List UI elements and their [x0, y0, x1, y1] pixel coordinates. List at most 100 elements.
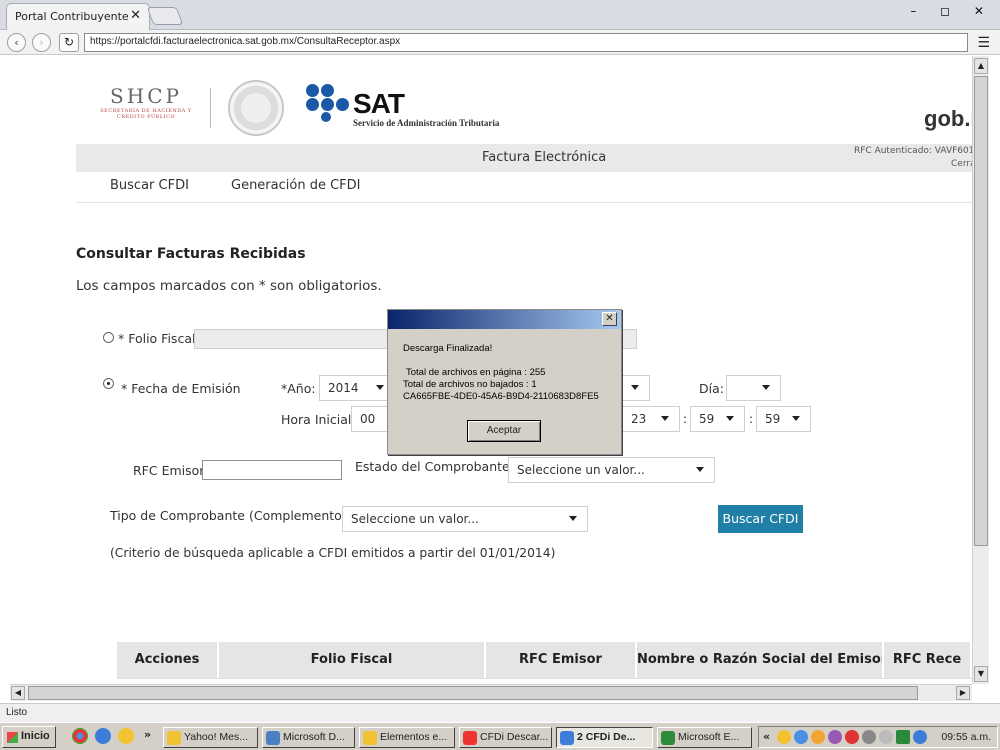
taskbar-item-label: 2 CFDi De... [577, 731, 636, 743]
dia-label: Día: [699, 381, 724, 396]
anio-label: *Año: [281, 381, 316, 396]
close-icon[interactable]: ✕ [602, 312, 617, 326]
messenger-icon[interactable] [777, 730, 791, 744]
back-icon[interactable]: ‹ [7, 33, 26, 52]
messenger-icon[interactable] [118, 728, 134, 744]
taskbar: Inicio » Yahoo! Mes... Microsoft D... El… [0, 722, 1000, 750]
chrome-icon[interactable] [72, 728, 88, 744]
criterio-note: (Criterio de búsqueda aplicable a CFDI e… [110, 546, 556, 560]
taskbar-item[interactable]: 2 CFDi De... [556, 727, 653, 748]
dia-select[interactable] [726, 375, 781, 401]
menu-icon[interactable]: ☰ [977, 35, 990, 51]
required-note: Los campos marcados con * son obligatori… [76, 278, 382, 294]
taskbar-item-label: Microsoft E... [678, 731, 740, 743]
app-icon[interactable] [828, 730, 842, 744]
folio-radio[interactable] [103, 332, 114, 343]
rfc-authenticated: RFC Autenticado: VAVF601 [854, 146, 972, 156]
scroll-right-icon[interactable]: ▶ [956, 686, 970, 700]
network-icon[interactable] [794, 730, 808, 744]
quicklaunch-more-icon[interactable]: » [144, 728, 151, 741]
horizontal-scrollbar[interactable]: ◀ ▶ [10, 684, 972, 701]
chevron-down-icon [762, 385, 770, 390]
gob-logo: gob.m [924, 106, 972, 131]
column-header: RFC Emisor [486, 642, 637, 678]
logout-link[interactable]: Cerra [951, 159, 972, 169]
factura-bar-title: Factura Electrónica [482, 150, 607, 165]
nav-generacion-cfdi[interactable]: Generación de CFDI [231, 178, 361, 193]
taskbar-item[interactable]: Microsoft D... [262, 727, 355, 748]
tipo-select[interactable]: Seleccione un valor... [342, 506, 588, 532]
estado-select[interactable]: Seleccione un valor... [508, 457, 715, 483]
scrollbar-thumb[interactable] [974, 76, 988, 546]
hora-final-m-select[interactable]: 59 [690, 406, 745, 432]
vertical-scrollbar[interactable]: ▲ ▼ [972, 56, 989, 684]
aceptar-button[interactable]: Aceptar [467, 420, 541, 442]
browser-titlebar: Portal Contribuyente ✕ – ◻ ✕ [0, 0, 1000, 30]
factura-bar: Factura Electrónica [76, 144, 972, 172]
estado-label: Estado del Comprobante [355, 459, 510, 474]
taskbar-item-label: CFDi Descar... [480, 731, 549, 743]
scroll-left-icon[interactable]: ◀ [11, 686, 25, 700]
taskbar-item-label: Microsoft D... [283, 731, 345, 743]
forward-icon[interactable]: › [32, 33, 51, 52]
scrollbar-thumb[interactable] [28, 686, 918, 700]
nav-buscar-cfdi[interactable]: Buscar CFDI [110, 178, 189, 193]
hora-final-s-value: 59 [765, 412, 781, 426]
hora-inicial-label: Hora Inicial: [281, 412, 356, 427]
page-viewport: SHCP SECRETARÍA DE HACIENDA Y CRÉDITO PÚ… [0, 56, 972, 684]
security-icon[interactable] [845, 730, 859, 744]
yahoo-icon[interactable] [811, 730, 825, 744]
nav-divider [76, 202, 972, 203]
volume-icon[interactable] [913, 730, 927, 744]
taskbar-item[interactable]: Yahoo! Mes... [163, 727, 258, 748]
tray-expand-icon[interactable]: « [763, 730, 770, 743]
column-header: Nombre o Razón Social del Emisor [637, 642, 884, 678]
status-bar: Listo [0, 703, 1000, 722]
fecha-radio[interactable] [103, 378, 114, 389]
rfc-emisor-label: RFC Emisor [133, 463, 205, 478]
hora-final-s-select[interactable]: 59 [756, 406, 811, 432]
tool-icon[interactable] [862, 730, 876, 744]
folio-label: * Folio Fiscal [118, 331, 196, 346]
url-field[interactable]: https://portalcfdi.facturaelectronica.sa… [84, 33, 968, 52]
system-tray: « 09:55 a.m. [758, 726, 998, 748]
hora-final-h-select[interactable]: 23 [622, 406, 680, 432]
hora-final-h-value: 23 [631, 412, 647, 426]
logo-divider [210, 88, 211, 128]
tipo-label: Tipo de Comprobante (Complemento) [110, 508, 347, 523]
shcp-logo-text: SHCP [110, 84, 182, 108]
page-title: Consultar Facturas Recibidas [76, 246, 306, 262]
reload-icon[interactable]: ↻ [59, 33, 79, 52]
window-controls[interactable]: – ◻ ✕ [910, 4, 994, 18]
dialog-message: Descarga Finalizada! [403, 343, 493, 354]
time-separator: : [683, 412, 688, 426]
dialog-total-no-bajados: Total de archivos no bajados : 1 [403, 379, 537, 390]
taskbar-item[interactable]: Elementos e... [359, 727, 455, 748]
start-button[interactable]: Inicio [2, 726, 56, 748]
scroll-down-icon[interactable]: ▼ [974, 666, 988, 682]
antivirus-icon[interactable] [896, 730, 910, 744]
dialog-total-pagina: Total de archivos en página : 255 [406, 367, 546, 378]
taskbar-item-label: Elementos e... [380, 731, 448, 743]
anio-select[interactable]: 2014 [319, 375, 395, 401]
star-icon[interactable] [879, 730, 893, 744]
taskbar-item[interactable]: Microsoft E... [657, 727, 752, 748]
tab-title: Portal Contribuyente [15, 10, 129, 23]
rfc-emisor-input[interactable] [202, 460, 342, 480]
shcp-logo-subtext: SECRETARÍA DE HACIENDA Y CRÉDITO PÚBLICO [100, 108, 192, 120]
ie-icon[interactable] [95, 728, 111, 744]
chevron-down-icon [661, 416, 669, 421]
chevron-down-icon [792, 416, 800, 421]
fecha-label: * Fecha de Emisión [121, 381, 241, 396]
estado-value: Seleccione un valor... [517, 463, 645, 477]
chevron-down-icon [696, 467, 704, 472]
browser-tab[interactable]: Portal Contribuyente ✕ [6, 3, 150, 30]
coat-of-arms-icon [228, 80, 284, 136]
hora-inicial-select[interactable]: 00 [351, 406, 391, 432]
taskbar-item[interactable]: CFDi Descar... [459, 727, 552, 748]
buscar-cfdi-button[interactable]: Buscar CFDI [718, 505, 803, 533]
chevron-down-icon [631, 385, 639, 390]
tab-close-icon[interactable]: ✕ [130, 8, 141, 23]
scroll-up-icon[interactable]: ▲ [974, 58, 988, 74]
new-tab-button[interactable] [146, 7, 184, 25]
